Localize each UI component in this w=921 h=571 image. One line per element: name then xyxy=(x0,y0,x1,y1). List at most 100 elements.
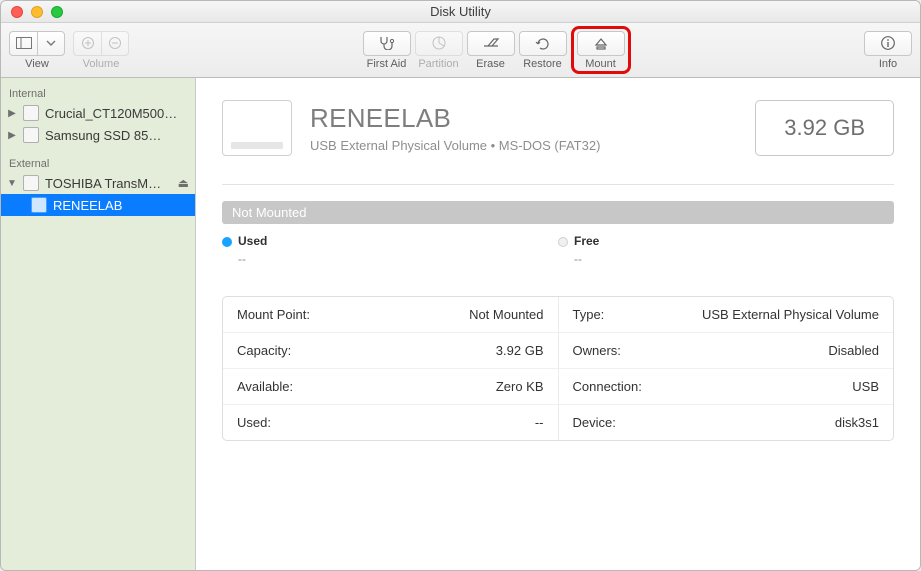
usage-row: Used -- Free -- xyxy=(222,234,894,266)
info-val: Not Mounted xyxy=(469,307,543,322)
toolbar-restore-group: Restore xyxy=(519,31,567,70)
sidebar-item-internal-1[interactable]: ▶ Samsung SSD 85… xyxy=(1,124,195,146)
main-panel: RENEELAB USB External Physical Volume • … xyxy=(196,78,920,570)
info-col-right: Type: USB External Physical Volume Owners… xyxy=(559,297,894,440)
usage-free: Free -- xyxy=(558,234,894,266)
toolbar-firstaid-label: First Aid xyxy=(367,58,407,70)
mount-button[interactable] xyxy=(577,31,625,56)
mount-highlight: Mount xyxy=(571,26,631,74)
sidebar: Internal ▶ Crucial_CT120M500… ▶ Samsung … xyxy=(1,78,196,570)
disclosure-triangle-icon[interactable]: ▼ xyxy=(7,178,17,189)
toolbar-erase-label: Erase xyxy=(476,58,505,70)
volume-icon xyxy=(31,197,47,213)
stethoscope-icon xyxy=(378,36,396,50)
info-val: -- xyxy=(535,415,544,430)
info-row: Used: -- xyxy=(223,405,558,440)
volume-header: RENEELAB USB External Physical Volume • … xyxy=(222,100,894,156)
disk-icon xyxy=(23,105,39,121)
info-row: Available: Zero KB xyxy=(223,369,558,405)
usage-used: Used -- xyxy=(222,234,558,266)
free-label: Free xyxy=(574,234,599,248)
info-button[interactable] xyxy=(864,31,912,56)
info-val: USB External Physical Volume xyxy=(702,307,879,322)
toolbar-info-group: Info xyxy=(864,31,912,70)
sidebar-item-external-disk[interactable]: ▼ TOSHIBA TransM… ⏏ xyxy=(1,172,195,194)
body: Internal ▶ Crucial_CT120M500… ▶ Samsung … xyxy=(1,78,920,570)
partition-button xyxy=(415,31,463,56)
info-row: Device: disk3s1 xyxy=(559,405,894,440)
toolbar-view-label: View xyxy=(25,58,49,70)
view-dropdown-button[interactable] xyxy=(37,31,65,56)
chevron-down-icon xyxy=(46,40,56,46)
info-key: Device: xyxy=(573,415,616,430)
disk-icon xyxy=(23,127,39,143)
sidebar-item-label: TOSHIBA TransM… xyxy=(45,176,161,191)
free-bullet-icon xyxy=(558,237,568,247)
eject-icon[interactable]: ⏏ xyxy=(178,176,189,190)
restore-button[interactable] xyxy=(519,31,567,56)
volume-add-button xyxy=(73,31,101,56)
info-row: Connection: USB xyxy=(559,369,894,405)
info-key: Type: xyxy=(573,307,605,322)
toolbar-info-label: Info xyxy=(879,58,897,70)
disclosure-triangle-icon[interactable]: ▶ xyxy=(7,130,17,141)
sidebar-item-internal-0[interactable]: ▶ Crucial_CT120M500… xyxy=(1,102,195,124)
info-key: Owners: xyxy=(573,343,621,358)
info-key: Capacity: xyxy=(237,343,291,358)
toolbar-mount-group: Mount xyxy=(577,31,625,70)
toolbar: View Volume First Aid xyxy=(1,23,920,78)
pie-icon xyxy=(431,35,447,51)
window-title: Disk Utility xyxy=(1,4,920,19)
volume-title-block: RENEELAB USB External Physical Volume • … xyxy=(310,103,600,153)
disclosure-triangle-icon[interactable]: ▶ xyxy=(7,108,17,119)
volume-remove-button xyxy=(101,31,129,56)
toolbar-restore-label: Restore xyxy=(523,58,562,70)
toolbar-erase-group: Erase xyxy=(467,31,515,70)
toolbar-firstaid-group: First Aid xyxy=(363,31,411,70)
info-row: Capacity: 3.92 GB xyxy=(223,333,558,369)
restore-icon xyxy=(535,36,551,50)
toolbar-view-group: View xyxy=(9,31,65,70)
toolbar-partition-group: Partition xyxy=(415,31,463,70)
info-col-left: Mount Point:Not Mounted Capacity: 3.92 GB… xyxy=(223,297,559,440)
toolbar-partition-label: Partition xyxy=(418,58,458,70)
first-aid-button[interactable] xyxy=(363,31,411,56)
info-val: USB xyxy=(852,379,879,394)
info-key: Connection: xyxy=(573,379,642,394)
info-key: Available: xyxy=(237,379,293,394)
info-key: Used: xyxy=(237,415,271,430)
erase-button[interactable] xyxy=(467,31,515,56)
info-icon xyxy=(880,35,896,51)
toolbar-volume-label: Volume xyxy=(83,58,120,70)
sidebar-header-internal: Internal xyxy=(1,84,195,102)
info-row: Mount Point:Not Mounted xyxy=(223,297,558,333)
info-row: Owners:Disabled xyxy=(559,333,894,369)
sidebar-header-external: External xyxy=(1,154,195,172)
sidebar-item-label: Crucial_CT120M500… xyxy=(45,106,177,121)
free-value: -- xyxy=(574,252,894,266)
sidebar-item-label: Samsung SSD 85… xyxy=(45,128,161,143)
info-row: Type: USB External Physical Volume xyxy=(559,297,894,333)
volume-minus-icon xyxy=(108,36,122,50)
used-label: Used xyxy=(238,234,267,248)
divider xyxy=(222,184,894,185)
volume-subtitle: USB External Physical Volume • MS-DOS (F… xyxy=(310,138,600,153)
mount-icon xyxy=(594,37,608,51)
volume-size-box: 3.92 GB xyxy=(755,100,894,156)
used-value: -- xyxy=(238,252,558,266)
toolbar-mount-label: Mount xyxy=(585,58,616,70)
volume-large-icon xyxy=(222,100,292,156)
volume-plus-icon xyxy=(81,36,95,50)
view-mode-button[interactable] xyxy=(9,31,37,56)
info-card: Mount Point:Not Mounted Capacity: 3.92 GB… xyxy=(222,296,894,441)
erase-icon xyxy=(482,37,500,49)
info-val: Zero KB xyxy=(496,379,544,394)
external-disk-icon xyxy=(23,175,39,191)
toolbar-volume-group: Volume xyxy=(73,31,129,70)
sidebar-item-external-volume[interactable]: RENEELAB xyxy=(1,194,195,216)
titlebar: Disk Utility xyxy=(1,1,920,23)
info-val: 3.92 GB xyxy=(496,343,544,358)
info-val: disk3s1 xyxy=(835,415,879,430)
sidebar-view-icon xyxy=(16,37,32,49)
used-bullet-icon xyxy=(222,237,232,247)
